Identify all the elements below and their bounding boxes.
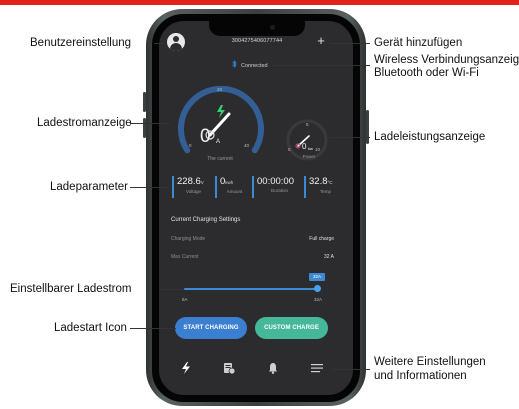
power-unit: kw <box>308 146 313 151</box>
param-duration-label: Duration <box>270 188 288 193</box>
leader-line <box>130 328 176 329</box>
phone-notch <box>209 20 305 36</box>
current-gauge-caption: The current <box>207 156 233 162</box>
slider-max-label: 32A <box>314 297 323 302</box>
power-gauge-mid: 5 <box>306 122 309 127</box>
annotation-wireless-1: Wireless Verbindungsanzeige <box>374 54 519 66</box>
charge-parameters: 228.6V Voltage 0kwh Amount 00:00:00 Dura… <box>172 176 342 198</box>
current-gauge-mid: 20 <box>217 87 223 92</box>
bell-icon[interactable] <box>266 361 280 375</box>
annotation-more-1: Weitere Einstellungen <box>374 356 486 368</box>
start-charging-button[interactable]: START CHARGING <box>175 317 247 339</box>
leader-line <box>160 289 184 290</box>
charging-mode-value[interactable]: Full charge <box>274 236 334 242</box>
param-voltage-value: 228.6 <box>177 176 201 187</box>
annotation-more-2: und Informationen <box>374 370 467 382</box>
history-icon[interactable] <box>222 361 236 375</box>
current-value: 0 <box>200 126 211 147</box>
menu-icon[interactable] <box>310 361 324 375</box>
current-slider-thumb[interactable] <box>314 285 321 292</box>
param-voltage-unit: V <box>200 180 204 185</box>
camera-icon <box>270 25 275 30</box>
slider-min-label: 6A <box>182 297 188 302</box>
power-value: 0 <box>302 142 307 151</box>
current-gauge-max: 40 <box>244 143 250 148</box>
param-amount: 0kwh Amount <box>215 176 249 198</box>
leader-line <box>330 43 370 44</box>
max-current-value: 32 A <box>323 254 334 260</box>
current-slider-track[interactable] <box>184 288 318 290</box>
power-gauge-caption: Power <box>302 154 316 159</box>
custom-charge-button[interactable]: CUSTOM CHARGE <box>255 317 328 339</box>
leader-line <box>272 65 370 66</box>
volume-down-button <box>143 118 146 138</box>
leader-line <box>154 43 166 44</box>
param-temp-value: 32.8 <box>309 176 328 187</box>
connection-status-label: Connected <box>241 62 268 69</box>
volume-up-button <box>143 92 146 112</box>
current-gauge-min: 0 <box>189 143 192 148</box>
annotation-power-display: Ladeleistungsanzeige <box>374 131 486 143</box>
power-gauge-min: 0 <box>288 147 291 152</box>
leader-line <box>332 369 370 370</box>
annotation-current-display: Ladestromanzeige <box>37 117 132 129</box>
brand-stripe <box>0 0 519 5</box>
power-button <box>366 110 369 144</box>
annotation-wireless-2: Bluetooth oder Wi-Fi <box>374 67 479 79</box>
leader-line <box>130 123 170 124</box>
param-temp: 32.8°C Temp <box>304 176 342 198</box>
param-voltage: 228.6V Voltage <box>172 176 210 198</box>
settings-title: Current Charging Settings <box>171 217 241 223</box>
bluetooth-icon <box>232 60 237 71</box>
param-duration: 00:00:00 Duration <box>252 176 302 198</box>
max-current-label: Max Current <box>171 254 199 260</box>
param-voltage-label: Voltage <box>185 189 201 194</box>
user-avatar-icon[interactable] <box>167 33 185 51</box>
param-temp-unit: °C <box>327 180 333 185</box>
slider-value-badge: 32A <box>309 273 325 281</box>
charging-mode-label: Charging Mode <box>171 236 206 242</box>
add-device-button[interactable]: + <box>314 34 328 48</box>
param-temp-label: Temp <box>319 189 331 194</box>
connection-status: Connected <box>232 60 268 71</box>
annotation-adjustable-current: Einstellbarer Ladestrom <box>10 283 132 295</box>
power-gauge-max: 10 <box>315 147 321 152</box>
leader-line <box>130 187 170 188</box>
leader-line <box>330 137 370 138</box>
annotation-charge-params: Ladeparameter <box>50 181 128 193</box>
annotation-add-device: Gerät hinzufügen <box>374 37 463 49</box>
annotation-user-settings: Benutzereinstellung <box>30 37 132 49</box>
param-duration-value: 00:00:00 <box>257 176 294 187</box>
param-amount-label: Amount <box>226 189 243 194</box>
current-unit: A <box>216 139 221 145</box>
lightning-icon <box>217 105 225 118</box>
annotation-start-icon: Ladestart Icon <box>54 322 127 334</box>
device-id: 3004275406077744 <box>231 38 283 44</box>
param-amount-unit: kwh <box>225 180 234 185</box>
lightning-icon[interactable] <box>179 361 193 375</box>
